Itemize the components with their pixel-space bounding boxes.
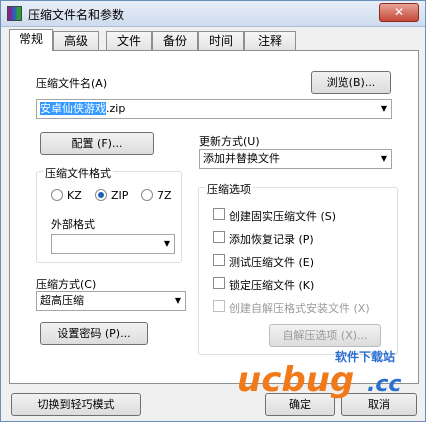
browse-button[interactable]: 浏览(B)... <box>311 71 391 94</box>
radio-kz-label: KZ <box>67 189 82 202</box>
solid-archive-label: 创建固实压缩文件 (S) <box>229 210 337 223</box>
dropdown-arrow-icon[interactable]: ▼ <box>175 292 181 310</box>
set-password-button[interactable]: 设置密码 (P)... <box>40 322 148 345</box>
radio-kz[interactable] <box>51 189 63 201</box>
lock-archive-checkbox[interactable] <box>213 277 225 289</box>
title-bar: 压缩文件名和参数 ✕ <box>1 1 425 27</box>
recovery-record-label: 添加恢复记录 (P) <box>229 233 314 246</box>
archive-options-group: 压缩选项 创建固实压缩文件 (S) 添加恢复记录 (P) 测试压缩文件 (E) … <box>198 181 398 355</box>
archive-name-field[interactable]: 安卓仙侠游戏.zip ▼ <box>36 99 392 119</box>
archive-name-label: 压缩文件名(A) <box>36 77 108 90</box>
radio-zip[interactable] <box>95 189 107 201</box>
compression-method-value: 超高压缩 <box>40 294 84 307</box>
external-format-label: 外部格式 <box>51 218 95 231</box>
recovery-record-checkbox[interactable] <box>213 231 225 243</box>
winrar-app-icon <box>7 6 22 21</box>
archive-name-extension: .zip <box>106 102 126 115</box>
dropdown-arrow-icon[interactable]: ▼ <box>381 150 387 168</box>
update-mode-select[interactable]: 添加并替换文件 ▼ <box>199 149 392 169</box>
radio-7z[interactable] <box>141 189 153 201</box>
radio-7z-label: 7Z <box>157 189 172 202</box>
sfx-archive-label: 创建自解压格式安装文件 (X) <box>229 302 370 315</box>
dialog-window: 压缩文件名和参数 ✕ 常规 高级 文件 备份 时间 注释 压缩文件名(A) 浏览… <box>0 0 426 422</box>
archive-options-title: 压缩选项 <box>205 181 253 197</box>
tab-general[interactable]: 常规 <box>9 29 53 51</box>
update-mode-value: 添加并替换文件 <box>203 152 280 165</box>
tab-time[interactable]: 时间 <box>198 31 244 50</box>
general-panel: 压缩文件名(A) 浏览(B)... 安卓仙侠游戏.zip ▼ 配置 (F)...… <box>9 50 419 384</box>
archive-name-selected-text: 安卓仙侠游戏 <box>40 102 106 115</box>
dropdown-arrow-icon[interactable]: ▼ <box>164 235 170 253</box>
tab-comment[interactable]: 注释 <box>244 31 296 50</box>
tab-advanced[interactable]: 高级 <box>53 31 99 50</box>
tab-files[interactable]: 文件 <box>106 31 152 50</box>
update-mode-label: 更新方式(U) <box>199 135 260 148</box>
test-archive-checkbox[interactable] <box>213 254 225 266</box>
watermark-suffix-text: .cc <box>367 372 401 397</box>
solid-archive-checkbox[interactable] <box>213 208 225 220</box>
lock-archive-label: 锁定压缩文件 (K) <box>229 279 315 292</box>
watermark-main-text: ucbug <box>237 360 354 399</box>
switch-mode-button[interactable]: 切换到轻巧模式 <box>11 393 141 416</box>
compression-method-select[interactable]: 超高压缩 ▼ <box>36 291 186 311</box>
test-archive-label: 测试压缩文件 (E) <box>229 256 315 269</box>
compression-method-label: 压缩方式(C) <box>36 278 97 291</box>
sfx-archive-checkbox[interactable] <box>213 300 225 312</box>
sfx-options-button[interactable]: 自解压选项 (X)... <box>269 324 381 347</box>
ucbug-watermark-logo: 软件下载站 ucbug .cc <box>237 349 401 399</box>
close-button[interactable]: ✕ <box>379 3 419 22</box>
window-title: 压缩文件名和参数 <box>28 8 125 22</box>
archive-format-group: 压缩文件格式 KZ ZIP 7Z 外部格式 ▼ <box>36 165 182 263</box>
archive-format-title: 压缩文件格式 <box>43 165 113 181</box>
radio-zip-label: ZIP <box>111 189 129 202</box>
external-format-select[interactable]: ▼ <box>51 234 175 254</box>
tab-backup[interactable]: 备份 <box>152 31 198 50</box>
profiles-button[interactable]: 配置 (F)... <box>40 132 154 155</box>
dropdown-arrow-icon[interactable]: ▼ <box>381 100 387 118</box>
